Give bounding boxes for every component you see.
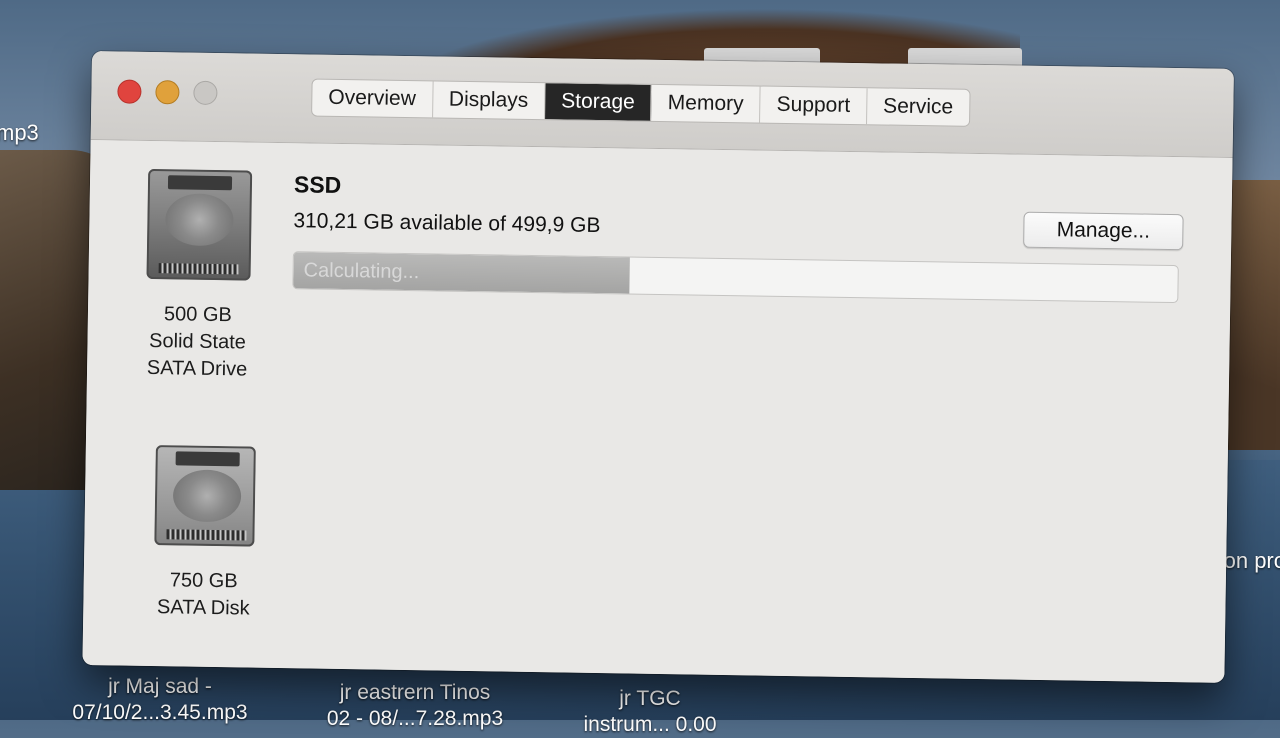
ssd-drive-icon <box>146 168 253 281</box>
tab-overview[interactable]: Overview <box>312 79 434 118</box>
desktop-file-name: jr Maj sad - <box>108 675 212 698</box>
drive-label-plate <box>167 175 233 191</box>
desktop-file-tgc[interactable]: jr TGC instrum... 0.00 <box>560 686 740 738</box>
drive-type: Solid State <box>148 329 247 354</box>
hard-disk-icon <box>154 445 256 547</box>
drive-hdd[interactable]: 750 GB SATA Disk <box>133 445 276 623</box>
storage-usage-bar: Calculating... <box>292 251 1179 304</box>
zoom-button <box>193 80 218 106</box>
drive-connector <box>158 263 239 275</box>
drive-description: 500 GB Solid State SATA Drive <box>127 301 268 384</box>
desktop-file-name: jr eastrern Tinos <box>339 681 491 704</box>
tab-storage[interactable]: Storage <box>544 83 653 121</box>
drive-type: SATA Disk <box>156 596 250 620</box>
desktop-file-eastern-tinos[interactable]: jr eastrern Tinos 02 - 08/...7.28.mp3 <box>300 680 530 732</box>
drive-capacity: 500 GB <box>163 303 233 327</box>
desktop-file-maj-sad[interactable]: jr Maj sad - 07/10/2...3.45.mp3 <box>60 674 260 726</box>
volume-name: SSD <box>293 171 342 198</box>
drive-platter <box>172 469 242 523</box>
drive-platter <box>165 193 234 247</box>
drive-label-plate <box>175 451 240 467</box>
tab-memory[interactable]: Memory <box>651 84 761 123</box>
storage-pane: 500 GB Solid State SATA Drive 750 GB SAT… <box>82 140 1233 683</box>
drive-interface: SATA Drive <box>146 356 248 381</box>
tab-support[interactable]: Support <box>760 86 868 125</box>
manage-button[interactable]: Manage... <box>1023 211 1184 251</box>
drive-description: 750 GB SATA Disk <box>133 567 274 623</box>
about-this-mac-window: Overview Displays Storage Memory Support… <box>82 51 1234 683</box>
volume-availability: 310,21 GB available of 499,9 GB <box>293 209 601 238</box>
desktop-file-name: instrum... 0.00 <box>583 713 717 736</box>
close-button[interactable] <box>117 79 142 104</box>
desktop-file-name: 07/10/2...3.45.mp3 <box>72 701 248 724</box>
desktop-file-name: jr TGC <box>619 687 681 710</box>
storage-status-text: Calculating... <box>303 259 420 284</box>
drive-connector <box>166 529 247 541</box>
drive-capacity: 750 GB <box>169 569 238 593</box>
tab-bar: Overview Displays Storage Memory Support… <box>311 78 971 127</box>
desktop-file-label-left[interactable]: mp3 <box>0 120 39 146</box>
tab-displays[interactable]: Displays <box>432 81 546 120</box>
drive-ssd[interactable]: 500 GB Solid State SATA Drive <box>127 168 270 384</box>
desktop-file-name: 02 - 08/...7.28.mp3 <box>326 707 504 730</box>
tab-service[interactable]: Service <box>867 88 970 126</box>
minimize-button[interactable] <box>155 80 180 105</box>
